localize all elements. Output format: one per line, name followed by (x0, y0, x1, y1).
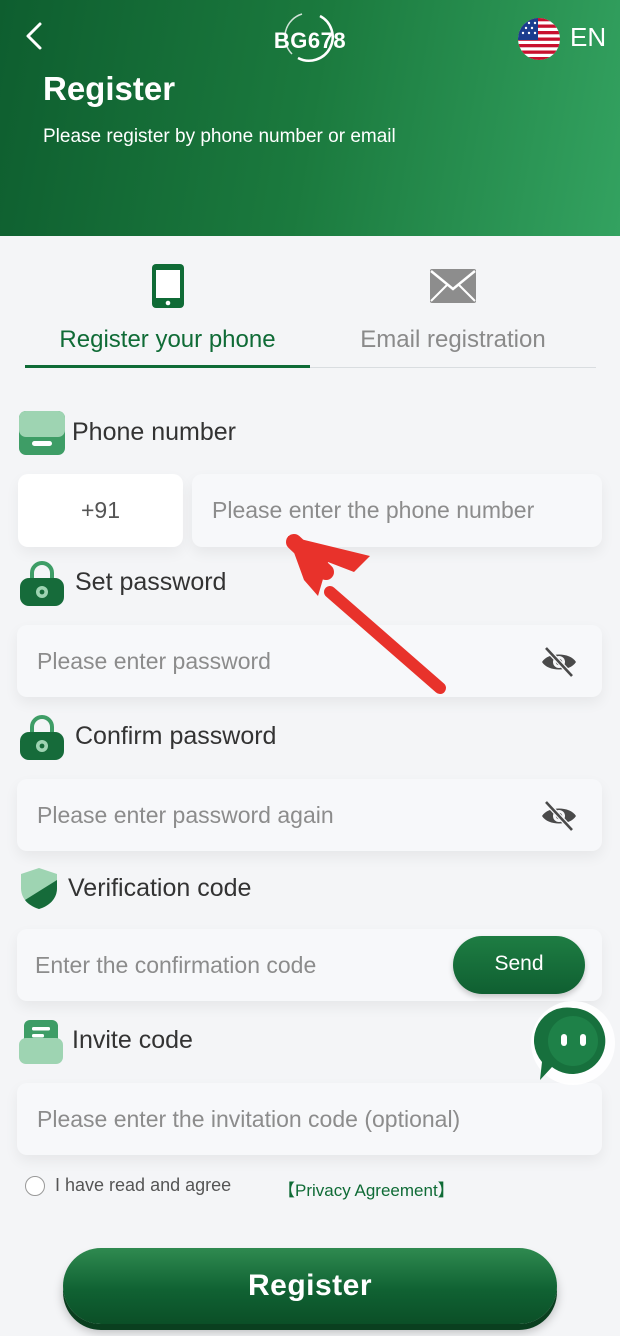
envelope-icon (430, 269, 476, 303)
back-button[interactable] (18, 18, 54, 54)
tab-label: Register your phone (59, 326, 276, 353)
invite-input-box (17, 1083, 602, 1155)
eye-off-icon[interactable] (540, 799, 578, 833)
verification-label: Verification code (68, 874, 252, 902)
tab-email-registration[interactable]: Email registration (310, 256, 596, 368)
agree-radio[interactable] (25, 1176, 45, 1196)
invite-label: Invite code (72, 1026, 193, 1054)
eye-off-icon[interactable] (540, 645, 578, 679)
register-button[interactable]: Register (63, 1248, 557, 1324)
phone-label: Phone number (72, 418, 237, 446)
chevron-left-icon (26, 22, 42, 50)
phone-input[interactable] (192, 474, 602, 547)
lock-icon (20, 715, 64, 760)
confirm-password-input[interactable] (17, 779, 602, 851)
language-label[interactable]: EN (570, 22, 606, 53)
page-subtitle: Please register by phone number or email (43, 126, 396, 147)
confirm-password-input-box (17, 779, 602, 851)
agree-text: I have read and agree (55, 1175, 232, 1195)
confirm-password-label: Confirm password (75, 722, 277, 750)
invite-code-input[interactable] (17, 1083, 602, 1155)
password-input[interactable] (17, 625, 602, 697)
us-flag-icon[interactable] (518, 18, 560, 60)
lock-icon (20, 561, 64, 606)
password-label: Set password (75, 568, 227, 596)
logo: BG678 (262, 8, 358, 64)
password-input-box (17, 625, 602, 697)
tab-register-phone[interactable]: Register your phone (25, 256, 310, 368)
send-code-button[interactable]: Send (453, 936, 585, 994)
header: BG678 EN Register Please register by pho… (0, 0, 620, 236)
phone-input-box (192, 474, 602, 547)
invite-icon (19, 1020, 63, 1064)
logo-text: BG678 (273, 28, 347, 53)
tab-label: Email registration (360, 326, 546, 353)
privacy-agreement-link[interactable]: 【Privacy Agreement】 (278, 1176, 455, 1201)
verification-code-input[interactable] (17, 929, 447, 1001)
country-code-select[interactable]: +91 (18, 474, 183, 547)
chat-support-button[interactable] (528, 1000, 618, 1088)
phone-field-icon (19, 411, 65, 455)
chat-bubble-icon (531, 1001, 615, 1085)
page-title: Register (43, 70, 176, 107)
shield-icon (21, 868, 57, 909)
phone-icon (152, 264, 184, 308)
